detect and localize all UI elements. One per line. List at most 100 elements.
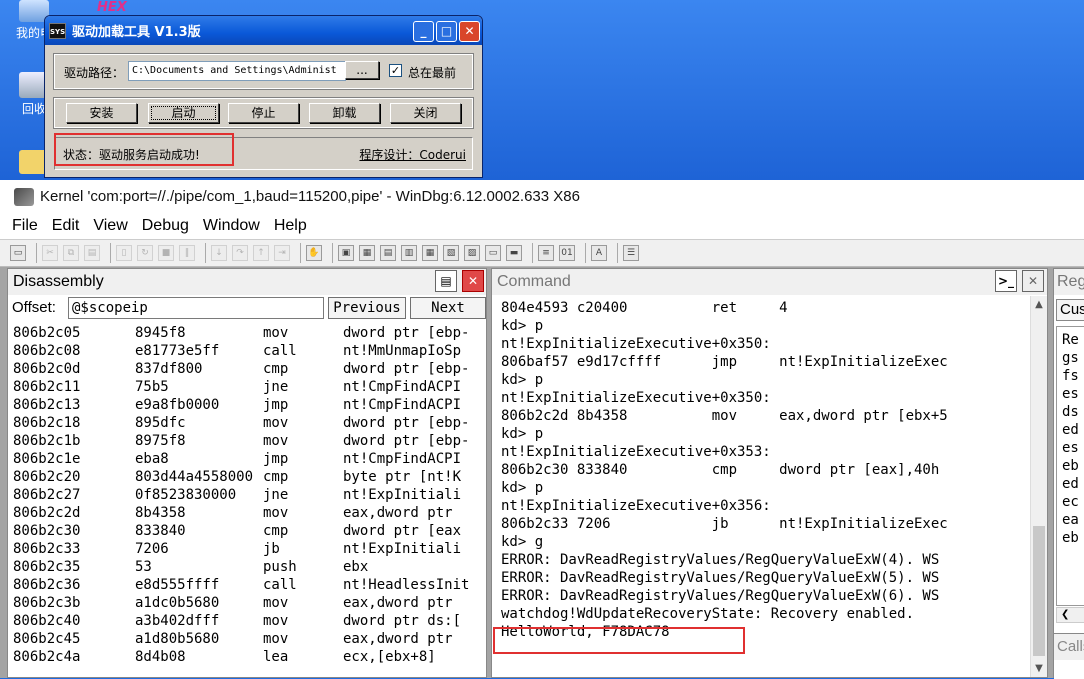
disassembly-row[interactable]: 806b2c3b a1dc0b5680 mov eax,dword ptr: [13, 594, 474, 612]
font-icon[interactable]: A: [591, 245, 607, 261]
break-icon[interactable]: ‖: [179, 245, 195, 261]
action-button-group: 安装 启动 停止 卸载 关闭: [53, 97, 474, 129]
step-into-icon[interactable]: ↓: [211, 245, 227, 261]
processes-threads-icon[interactable]: ▬: [506, 245, 522, 261]
disassembly-row[interactable]: 806b2c40 a3b402dfff mov dword ptr ds:[: [13, 612, 474, 630]
windbg-titlebar[interactable]: Kernel 'com:port=//./pipe/com_1,baud=115…: [0, 180, 1084, 213]
copy-icon[interactable]: ⧉: [63, 245, 79, 261]
uninstall-button[interactable]: 卸载: [309, 103, 380, 123]
hex-mode-icon[interactable]: 01: [559, 245, 575, 261]
mnemonic-cell: lea: [263, 649, 289, 665]
command-output[interactable]: 804e4593 c20400 ret 4 kd> p nt!ExpInitiali…: [501, 299, 1027, 677]
mnemonic-cell: jne: [263, 487, 289, 503]
source-mode-icon[interactable]: ≡: [538, 245, 554, 261]
address-cell: 806b2c08: [13, 343, 81, 359]
credit-link[interactable]: 程序设计：Coderui: [359, 146, 466, 163]
next-button[interactable]: Next: [410, 297, 486, 319]
mnemonic-cell: mov: [263, 325, 289, 341]
disassembly-row[interactable]: 806b2c4a 8d4b08 lea ecx,[ebx+8]: [13, 648, 474, 666]
breakpoint-hand-icon[interactable]: ✋: [306, 245, 322, 261]
opcode-cell: e9a8fb0000: [135, 397, 220, 413]
browse-button[interactable]: ...: [345, 61, 379, 79]
toolbar-separator: [585, 243, 586, 263]
disassembly-row[interactable]: 806b2c30 833840 cmp dword ptr [eax: [13, 522, 474, 540]
pane-window-icon[interactable]: ▤: [435, 270, 457, 292]
opcode-cell: 75b5: [135, 379, 169, 395]
hex-logo: HEX: [97, 0, 127, 15]
minimize-button[interactable]: _: [413, 21, 434, 42]
registers-list[interactable]: Re gs fs es ds ed es eb ed ec ea eb: [1056, 326, 1084, 606]
disassembly-row[interactable]: 806b2c33 7206 jb nt!ExpInitiali: [13, 540, 474, 558]
pane-close-icon[interactable]: ✕: [1022, 270, 1044, 292]
watch-window-icon[interactable]: ▦: [359, 245, 375, 261]
previous-button[interactable]: Previous: [328, 297, 406, 319]
menu-help[interactable]: Help: [274, 217, 307, 235]
path-label: 驱动路径：: [64, 66, 125, 80]
disassembly-list[interactable]: 806b2c05 8945f8 mov dword ptr [ebp- 806b2c08…: [13, 324, 474, 677]
stop-debugging-icon[interactable]: ■: [158, 245, 174, 261]
mnemonic-cell: cmp: [263, 361, 289, 377]
start-button[interactable]: 启动: [148, 103, 219, 123]
close-window-button[interactable]: ✕: [459, 21, 480, 42]
register-name: eb: [1062, 530, 1079, 546]
command-window-icon[interactable]: ▣: [338, 245, 354, 261]
options-icon[interactable]: ☰: [623, 245, 639, 261]
scroll-up-icon[interactable]: ▲: [1031, 296, 1047, 313]
call-stack-window-icon[interactable]: ▧: [443, 245, 459, 261]
close-button[interactable]: 关闭: [390, 103, 461, 123]
step-over-icon[interactable]: ↷: [232, 245, 248, 261]
open-icon[interactable]: ▭: [10, 245, 26, 261]
disassembly-row[interactable]: 806b2c45 a1d80b5680 mov eax,dword ptr: [13, 630, 474, 648]
install-button[interactable]: 安装: [66, 103, 137, 123]
step-out-icon[interactable]: ↑: [253, 245, 269, 261]
disassembly-row[interactable]: 806b2c1e eba8 jmp nt!CmpFindACPI: [13, 450, 474, 468]
disassembly-row[interactable]: 806b2c08 e81773e5ff call nt!MmUnmapIoSp: [13, 342, 474, 360]
disassembly-window-icon[interactable]: ▨: [464, 245, 480, 261]
memory-window-icon[interactable]: ▦: [422, 245, 438, 261]
customize-button[interactable]: Cus: [1056, 299, 1084, 321]
scroll-down-icon[interactable]: ▼: [1031, 660, 1047, 677]
disassembly-row[interactable]: 806b2c05 8945f8 mov dword ptr [ebp-: [13, 324, 474, 342]
command-prompt-icon[interactable]: >_: [995, 270, 1017, 292]
menu-view[interactable]: View: [93, 217, 127, 235]
command-line: ERROR: DavReadRegistryValues/RegQueryVal…: [501, 588, 940, 604]
operand-cell: eax,dword ptr: [343, 505, 453, 521]
register-name: eb: [1062, 458, 1079, 474]
locals-window-icon[interactable]: ▤: [380, 245, 396, 261]
registers-window-icon[interactable]: ▥: [401, 245, 417, 261]
go-icon[interactable]: ▯: [116, 245, 132, 261]
helloworld-highlight-box: [493, 627, 745, 654]
disassembly-row[interactable]: 806b2c0d 837df800 cmp dword ptr [ebp-: [13, 360, 474, 378]
address-cell: 806b2c05: [13, 325, 81, 341]
disassembly-row[interactable]: 806b2c11 75b5 jne nt!CmpFindACPI: [13, 378, 474, 396]
pane-close-icon[interactable]: ✕: [462, 270, 484, 292]
disassembly-row[interactable]: 806b2c27 0f8523830000 jne nt!ExpInitiali: [13, 486, 474, 504]
scroll-left-icon[interactable]: ❮: [1056, 607, 1084, 623]
cut-icon[interactable]: ✂: [42, 245, 58, 261]
disassembly-row[interactable]: 806b2c18 895dfc mov dword ptr [ebp-: [13, 414, 474, 432]
disassembly-row[interactable]: 806b2c36 e8d555ffff call nt!HeadlessInit: [13, 576, 474, 594]
offset-input[interactable]: @$scopeip: [68, 297, 324, 319]
address-cell: 806b2c2d: [13, 505, 81, 521]
disassembly-row[interactable]: 806b2c2d 8b4358 mov eax,dword ptr: [13, 504, 474, 522]
menu-file[interactable]: File: [12, 217, 38, 235]
restart-icon[interactable]: ↻: [137, 245, 153, 261]
disassembly-row[interactable]: 806b2c20 803d44a4558000 cmp byte ptr [nt!K: [13, 468, 474, 486]
windbg-window: Kernel 'com:port=//./pipe/com_1,baud=115…: [0, 180, 1084, 679]
menu-edit[interactable]: Edit: [52, 217, 80, 235]
topmost-checkbox[interactable]: ✓: [389, 64, 402, 77]
maximize-button[interactable]: □: [436, 21, 457, 42]
run-to-cursor-icon[interactable]: ⇥: [274, 245, 290, 261]
disassembly-row[interactable]: 806b2c13 e9a8fb0000 jmp nt!CmpFindACPI: [13, 396, 474, 414]
command-scrollbar[interactable]: ▲ ▼: [1030, 296, 1047, 677]
scrollbar-thumb[interactable]: [1033, 526, 1045, 656]
menu-debug[interactable]: Debug: [142, 217, 189, 235]
menu-window[interactable]: Window: [203, 217, 260, 235]
scratch-pad-icon[interactable]: ▭: [485, 245, 501, 261]
disassembly-row[interactable]: 806b2c1b 8975f8 mov dword ptr [ebp-: [13, 432, 474, 450]
toolbar-separator: [332, 243, 333, 263]
driver-path-input[interactable]: C:\Documents and Settings\Administ: [128, 61, 346, 81]
paste-icon[interactable]: ▤: [84, 245, 100, 261]
stop-button[interactable]: 停止: [228, 103, 299, 123]
disassembly-row[interactable]: 806b2c35 53 push ebx: [13, 558, 474, 576]
